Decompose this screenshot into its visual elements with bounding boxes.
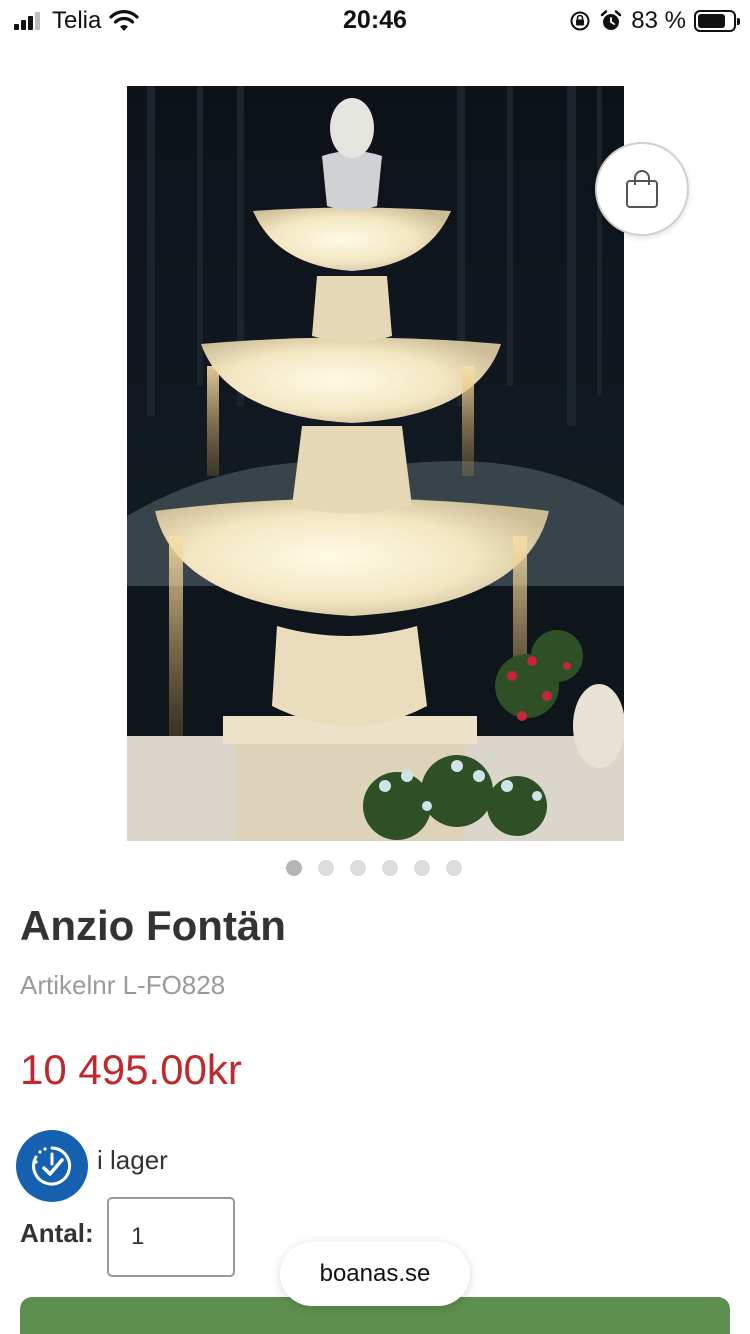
status-bar: Telia 20:46 83 % xyxy=(0,0,750,44)
product-price: 10 495.00kr xyxy=(20,1046,242,1093)
alarm-icon xyxy=(601,10,622,30)
image-carousel-dots xyxy=(286,860,478,876)
product-title: Anzio Fontän xyxy=(20,902,286,949)
battery-icon xyxy=(694,10,740,32)
carousel-dot-2[interactable] xyxy=(318,860,334,876)
orientation-lock-icon xyxy=(570,11,590,31)
carousel-dot-1[interactable] xyxy=(286,860,302,876)
shopping-bag-icon xyxy=(626,170,658,208)
stock-status-text: i lager xyxy=(97,1145,168,1175)
article-number: Artikelnr L-FO828 xyxy=(20,970,226,1000)
carousel-dot-5[interactable] xyxy=(414,860,430,876)
fountain-photo xyxy=(127,86,624,841)
browser-url-bar[interactable]: boanas.se xyxy=(280,1242,470,1306)
carousel-dot-3[interactable] xyxy=(350,860,366,876)
carousel-dot-4[interactable] xyxy=(382,860,398,876)
status-right: 83 % xyxy=(569,7,740,34)
battery-percent: 83 % xyxy=(631,7,686,34)
stock-status-icon xyxy=(16,1130,88,1202)
carousel-dot-6[interactable] xyxy=(446,860,462,876)
product-image[interactable] xyxy=(127,86,624,841)
clock-check-icon xyxy=(32,1146,72,1186)
quantity-label: Antal: xyxy=(20,1218,94,1248)
quantity-input[interactable] xyxy=(107,1197,235,1277)
cart-button[interactable] xyxy=(595,142,689,236)
